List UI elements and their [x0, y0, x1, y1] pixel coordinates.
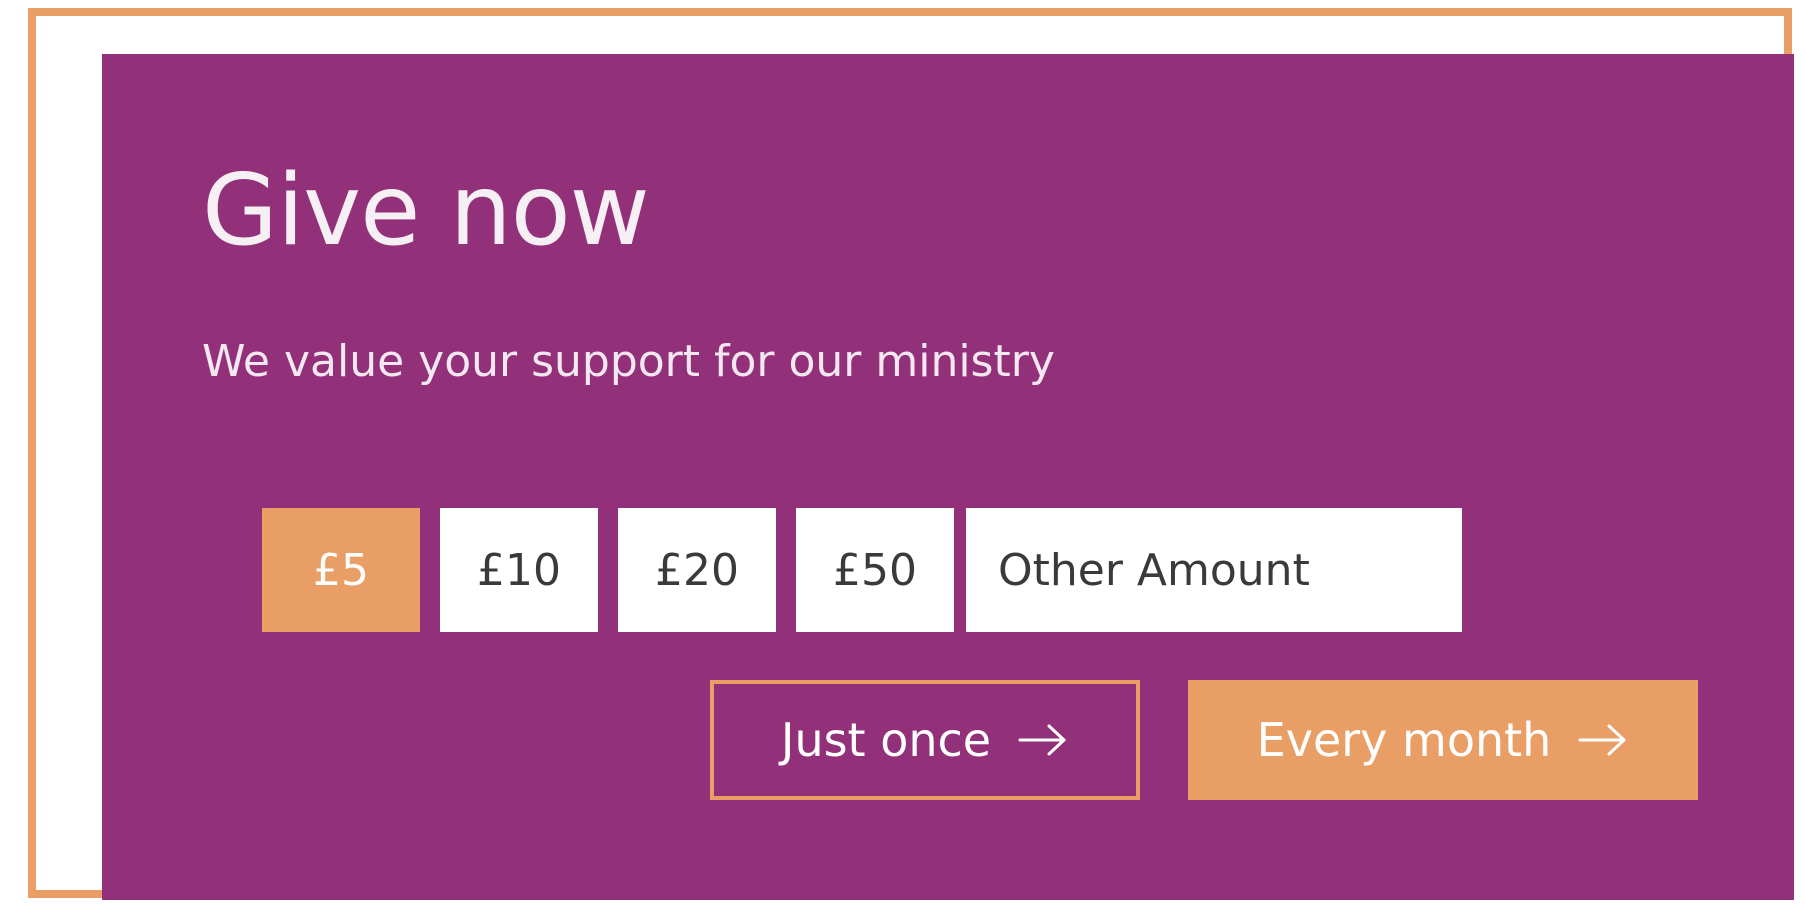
amount-option-5[interactable]: £5: [262, 508, 420, 632]
arrow-right-icon: [1577, 723, 1629, 757]
just-once-label: Just once: [780, 713, 992, 767]
other-amount-input[interactable]: [966, 508, 1462, 632]
every-month-button[interactable]: Every month: [1188, 680, 1698, 800]
panel-subtitle: We value your support for our ministry: [202, 336, 1055, 387]
panel-title: Give now: [202, 154, 650, 268]
give-now-panel: Give now We value your support for our m…: [102, 54, 1794, 900]
every-month-label: Every month: [1256, 713, 1552, 767]
just-once-button[interactable]: Just once: [710, 680, 1140, 800]
amount-option-10[interactable]: £10: [440, 508, 598, 632]
amount-option-50[interactable]: £50: [796, 508, 954, 632]
donation-widget-frame: Give now We value your support for our m…: [28, 8, 1794, 900]
arrow-right-icon: [1017, 723, 1069, 757]
amount-option-20[interactable]: £20: [618, 508, 776, 632]
